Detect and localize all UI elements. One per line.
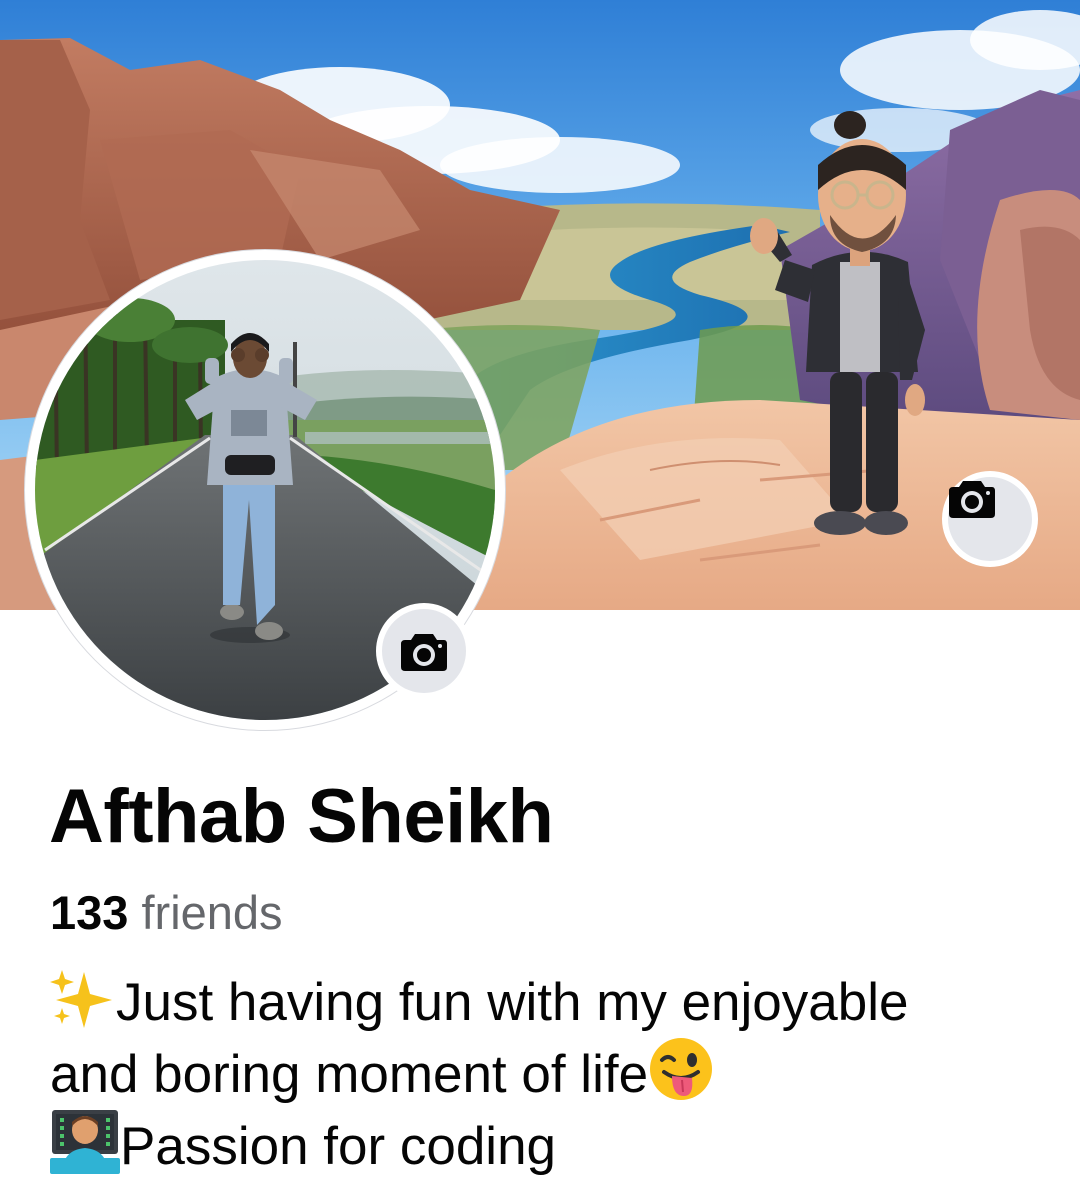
profile-name: Afthab Sheikh: [49, 774, 554, 859]
profile-page: Afthab Sheikh 133 friends Just having fu…: [0, 0, 1080, 1185]
bio-text-3: Passion for coding: [120, 1117, 557, 1176]
bio-line-3: Passion for coding: [50, 1108, 1050, 1180]
winking-face-with-tongue-emoji-icon: [650, 1038, 713, 1100]
bio-text-1: Just having fun with my enjoyable: [116, 973, 909, 1032]
cover-camera-button[interactable]: [942, 471, 1038, 567]
technologist-emoji-icon: [50, 1110, 120, 1174]
friends-count-link[interactable]: 133 friends: [50, 884, 283, 942]
profile-camera-button[interactable]: [376, 603, 472, 699]
bio-text-2: and boring moment of life: [50, 1045, 649, 1104]
camera-icon: [949, 481, 995, 518]
camera-icon: [401, 634, 447, 671]
profile-bio: Just having fun with my enjoyable and bo…: [50, 968, 1050, 1180]
bio-line-2: and boring moment of life: [50, 1036, 1050, 1108]
friends-count: 133: [50, 886, 129, 939]
bio-line-1: Just having fun with my enjoyable: [50, 968, 1050, 1036]
friends-label: friends: [128, 886, 283, 939]
sparkles-emoji-icon: [50, 970, 112, 1028]
